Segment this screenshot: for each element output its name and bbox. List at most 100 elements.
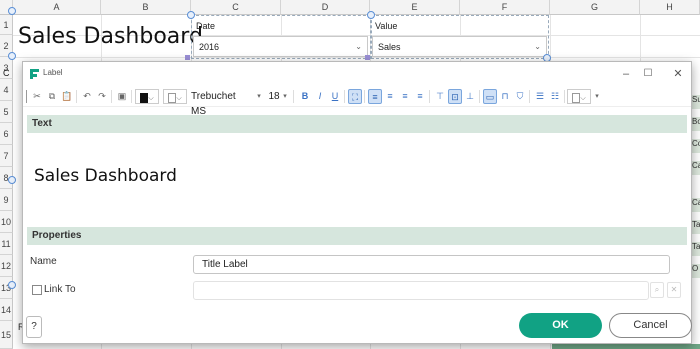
row-header-15[interactable]: 15	[0, 321, 13, 349]
column-header-f[interactable]: F	[460, 0, 550, 15]
underline-icon[interactable]: U	[328, 89, 342, 104]
row-header-11[interactable]: 11	[0, 233, 13, 255]
chevron-down-icon: ⌄	[355, 42, 362, 51]
align-top-icon[interactable]: ⊤	[433, 89, 447, 104]
align-left-icon[interactable]: ≡	[368, 89, 382, 104]
name-field[interactable]: Title Label	[193, 255, 670, 274]
anchor-marker-icon	[365, 55, 370, 60]
resize-handle-icon[interactable]	[187, 11, 195, 19]
chevron-down-icon[interactable]: ▾	[281, 89, 289, 104]
row-header-14[interactable]: 14	[0, 299, 13, 321]
value-filter-label: Value	[375, 21, 398, 31]
text-section-header: Text	[27, 115, 687, 133]
paste-icon[interactable]: 📋	[60, 89, 74, 104]
resize-handle-icon[interactable]	[8, 52, 16, 60]
right-cell-fragment: Ca	[692, 161, 700, 175]
toolbar-separator	[429, 90, 430, 103]
right-cell-fragment: Ca	[692, 198, 700, 212]
dialog-title: Label	[43, 68, 63, 77]
chart-fragment	[552, 344, 700, 349]
date-filter-label: Date	[196, 21, 216, 31]
resize-handle-icon[interactable]	[8, 281, 16, 289]
right-cell-fragment: Co	[692, 139, 700, 153]
column-header-a[interactable]: A	[13, 0, 101, 15]
align-bottom-icon[interactable]: ⊥	[463, 89, 477, 104]
toolbar-overflow-icon[interactable]: ▾	[593, 89, 601, 104]
maximize-button[interactable]: ☐	[635, 65, 661, 83]
label-style-icon[interactable]: ▭	[483, 89, 497, 104]
align-center-icon[interactable]: ≡	[383, 89, 397, 104]
column-header-e[interactable]: E	[370, 0, 460, 15]
toolbar-separator	[344, 90, 345, 103]
chevron-down-icon: ⌵	[176, 95, 182, 102]
link-browse-icon[interactable]: ⌕	[650, 282, 664, 298]
text-color-picker[interactable]: ⌵	[135, 89, 159, 104]
properties-section-header: Properties	[27, 227, 687, 245]
toolbar-separator	[111, 90, 112, 103]
right-cell-fragment: Su	[692, 95, 700, 109]
row-header-6[interactable]: 6	[0, 123, 13, 145]
date-filter-select[interactable]: 2016 ⌄	[193, 36, 368, 57]
dialog-titlebar[interactable]: Label – ☐ ✕	[23, 62, 691, 86]
row-header-12[interactable]: 12	[0, 255, 13, 277]
chevron-down-icon: ⌵	[148, 95, 154, 102]
right-cell-fragment: Ta	[692, 242, 700, 256]
font-size-select[interactable]: 18	[267, 89, 281, 104]
right-cell-fragment: Bo	[692, 117, 700, 131]
undo-icon[interactable]: ↶	[80, 89, 94, 104]
toolbar-separator	[564, 90, 565, 103]
bold-icon[interactable]: B	[298, 89, 312, 104]
value-filter-select[interactable]: Sales ⌄	[372, 36, 547, 57]
column-header-c[interactable]: C	[191, 0, 281, 15]
toolbar-separator	[529, 90, 530, 103]
bullet-list-icon[interactable]: ☰	[533, 89, 547, 104]
italic-icon[interactable]: I	[313, 89, 327, 104]
row-header-7[interactable]: 7	[0, 145, 13, 167]
column-header-b[interactable]: B	[101, 0, 191, 15]
redo-icon[interactable]: ↷	[95, 89, 109, 104]
row-header-5[interactable]: 5	[0, 101, 13, 123]
chevron-down-icon[interactable]: ▾	[255, 89, 263, 104]
value-filter-value: Sales	[378, 42, 401, 52]
justify-icon[interactable]: ≡	[413, 89, 427, 104]
numbered-list-icon[interactable]: ☷	[548, 89, 562, 104]
fit-text-icon[interactable]: ⛶	[348, 89, 362, 104]
name-label: Name	[30, 256, 57, 267]
row-header-1[interactable]: 1	[0, 15, 13, 35]
label-text-preview[interactable]: Sales Dashboard	[34, 166, 177, 186]
toolbar-grip	[26, 90, 27, 103]
copy-icon[interactable]: ⧉	[45, 89, 59, 104]
left-cell-fragment: C	[3, 68, 10, 78]
resize-handle-icon[interactable]	[8, 176, 16, 184]
close-button[interactable]: ✕	[665, 65, 691, 83]
resize-handle-icon[interactable]	[8, 7, 16, 15]
fill-color-picker[interactable]: ⌵	[163, 89, 187, 104]
link-to-field[interactable]	[193, 281, 649, 300]
toolbar-separator	[131, 90, 132, 103]
anchor-marker-icon	[185, 55, 190, 60]
font-family-select[interactable]: Trebuchet MS	[191, 89, 253, 117]
column-header-d[interactable]: D	[281, 0, 370, 15]
align-right-icon[interactable]: ≡	[398, 89, 412, 104]
link-to-checkbox[interactable]	[32, 285, 42, 295]
row-header-4[interactable]: 4	[0, 79, 13, 101]
sales-dashboard-title-widget[interactable]: Sales Dashboard	[18, 24, 203, 49]
resize-handle-icon[interactable]	[367, 11, 375, 19]
image-icon[interactable]: ▣	[115, 89, 129, 104]
link-clear-icon[interactable]: ✕	[667, 282, 681, 298]
ok-button[interactable]: OK	[519, 313, 602, 338]
row-header-10[interactable]: 10	[0, 211, 13, 233]
cancel-button[interactable]: Cancel	[609, 313, 692, 338]
cut-icon[interactable]: ✂	[30, 89, 44, 104]
align-middle-icon[interactable]: ⊡	[448, 89, 462, 104]
lock-icon[interactable]: ⊓	[498, 89, 512, 104]
formatting-toolbar: ✂ ⧉ 📋 ↶ ↷ ▣ ⌵ ⌵ Trebuchet MS ▾ 18 ▾ B I …	[23, 86, 691, 117]
column-header-g[interactable]: G	[550, 0, 640, 15]
border-style-picker[interactable]: ⌵	[567, 89, 591, 104]
column-header-h[interactable]: H	[640, 0, 700, 15]
help-button[interactable]: ?	[26, 316, 42, 338]
row-header-9[interactable]: 9	[0, 189, 13, 211]
shield-icon[interactable]: ⛉	[513, 89, 527, 104]
link-to-label: Link To	[44, 284, 76, 295]
app-logo-icon	[30, 69, 39, 79]
